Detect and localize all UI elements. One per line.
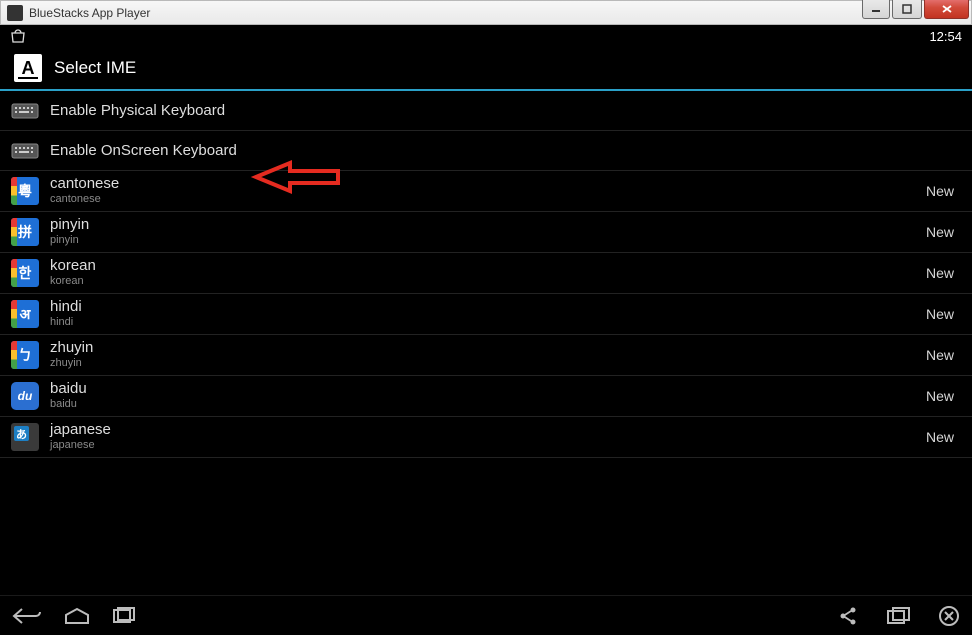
share-icon[interactable] xyxy=(838,606,858,626)
store-icon xyxy=(10,29,26,43)
row-subtitle: japanese xyxy=(50,439,926,452)
app-icon xyxy=(7,5,23,21)
ime-row-baidu[interactable]: du baidu baidu New xyxy=(0,376,972,417)
window-titlebar: BlueStacks App Player xyxy=(0,0,972,25)
new-badge: New xyxy=(926,265,954,281)
window-title: BlueStacks App Player xyxy=(29,6,150,20)
fullscreen-icon[interactable] xyxy=(886,607,910,625)
ime-app-icon: 粵 xyxy=(10,176,40,206)
ime-app-icon: du xyxy=(10,381,40,411)
window-minimize-button[interactable] xyxy=(862,0,890,19)
row-title: japanese xyxy=(50,421,926,439)
new-badge: New xyxy=(926,183,954,199)
ime-icon-letter: A xyxy=(22,58,35,79)
close-app-icon[interactable] xyxy=(938,605,960,627)
new-badge: New xyxy=(926,224,954,240)
android-navbar xyxy=(0,595,972,635)
android-statusbar: 12:54 xyxy=(0,25,972,47)
row-subtitle: baidu xyxy=(50,398,926,411)
new-badge: New xyxy=(926,347,954,363)
row-title: hindi xyxy=(50,298,926,316)
row-subtitle: pinyin xyxy=(50,234,926,247)
row-subtitle: zhuyin xyxy=(50,357,926,370)
ime-row-hindi[interactable]: अ hindi hindi New xyxy=(0,294,972,335)
ime-row-japanese[interactable]: あ japanese japanese New xyxy=(0,417,972,458)
screen-title: Select IME xyxy=(54,58,136,78)
enable-onscreen-keyboard-row[interactable]: Enable OnScreen Keyboard xyxy=(0,131,972,171)
row-title: korean xyxy=(50,257,926,275)
row-subtitle: cantonese xyxy=(50,193,926,206)
screen-header: A Select IME xyxy=(0,47,972,91)
window-maximize-button[interactable] xyxy=(892,0,922,19)
window-close-button[interactable] xyxy=(924,0,969,19)
new-badge: New xyxy=(926,388,954,404)
ime-app-icon: ㄅ xyxy=(10,340,40,370)
keyboard-icon xyxy=(10,96,40,126)
app-surface: 12:54 A Select IME Enable Physical Keybo… xyxy=(0,25,972,635)
row-title: zhuyin xyxy=(50,339,926,357)
new-badge: New xyxy=(926,429,954,445)
ime-list: Enable Physical Keyboard Enable OnScreen… xyxy=(0,91,972,458)
ime-app-icon: 한 xyxy=(10,258,40,288)
row-subtitle: korean xyxy=(50,275,926,288)
clock: 12:54 xyxy=(929,29,962,44)
row-title: pinyin xyxy=(50,216,926,234)
ime-row-pinyin[interactable]: 拼 pinyin pinyin New xyxy=(0,212,972,253)
back-icon[interactable] xyxy=(12,607,42,625)
enable-physical-keyboard-row[interactable]: Enable Physical Keyboard xyxy=(0,91,972,131)
window-controls xyxy=(860,0,969,19)
new-badge: New xyxy=(926,306,954,322)
row-title: baidu xyxy=(50,380,926,398)
home-icon[interactable] xyxy=(64,607,90,625)
row-title: cantonese xyxy=(50,175,926,193)
ime-row-zhuyin[interactable]: ㄅ zhuyin zhuyin New xyxy=(0,335,972,376)
recent-apps-icon[interactable] xyxy=(112,607,136,625)
row-subtitle: hindi xyxy=(50,316,926,329)
row-label: Enable OnScreen Keyboard xyxy=(50,142,962,160)
row-label: Enable Physical Keyboard xyxy=(50,102,962,120)
keyboard-icon xyxy=(10,136,40,166)
ime-icon: A xyxy=(14,54,42,82)
ime-row-korean[interactable]: 한 korean korean New xyxy=(0,253,972,294)
ime-app-icon: 拼 xyxy=(10,217,40,247)
ime-row-cantonese[interactable]: 粵 cantonese cantonese New xyxy=(0,171,972,212)
ime-app-icon: अ xyxy=(10,299,40,329)
ime-app-icon: あ xyxy=(10,422,40,452)
